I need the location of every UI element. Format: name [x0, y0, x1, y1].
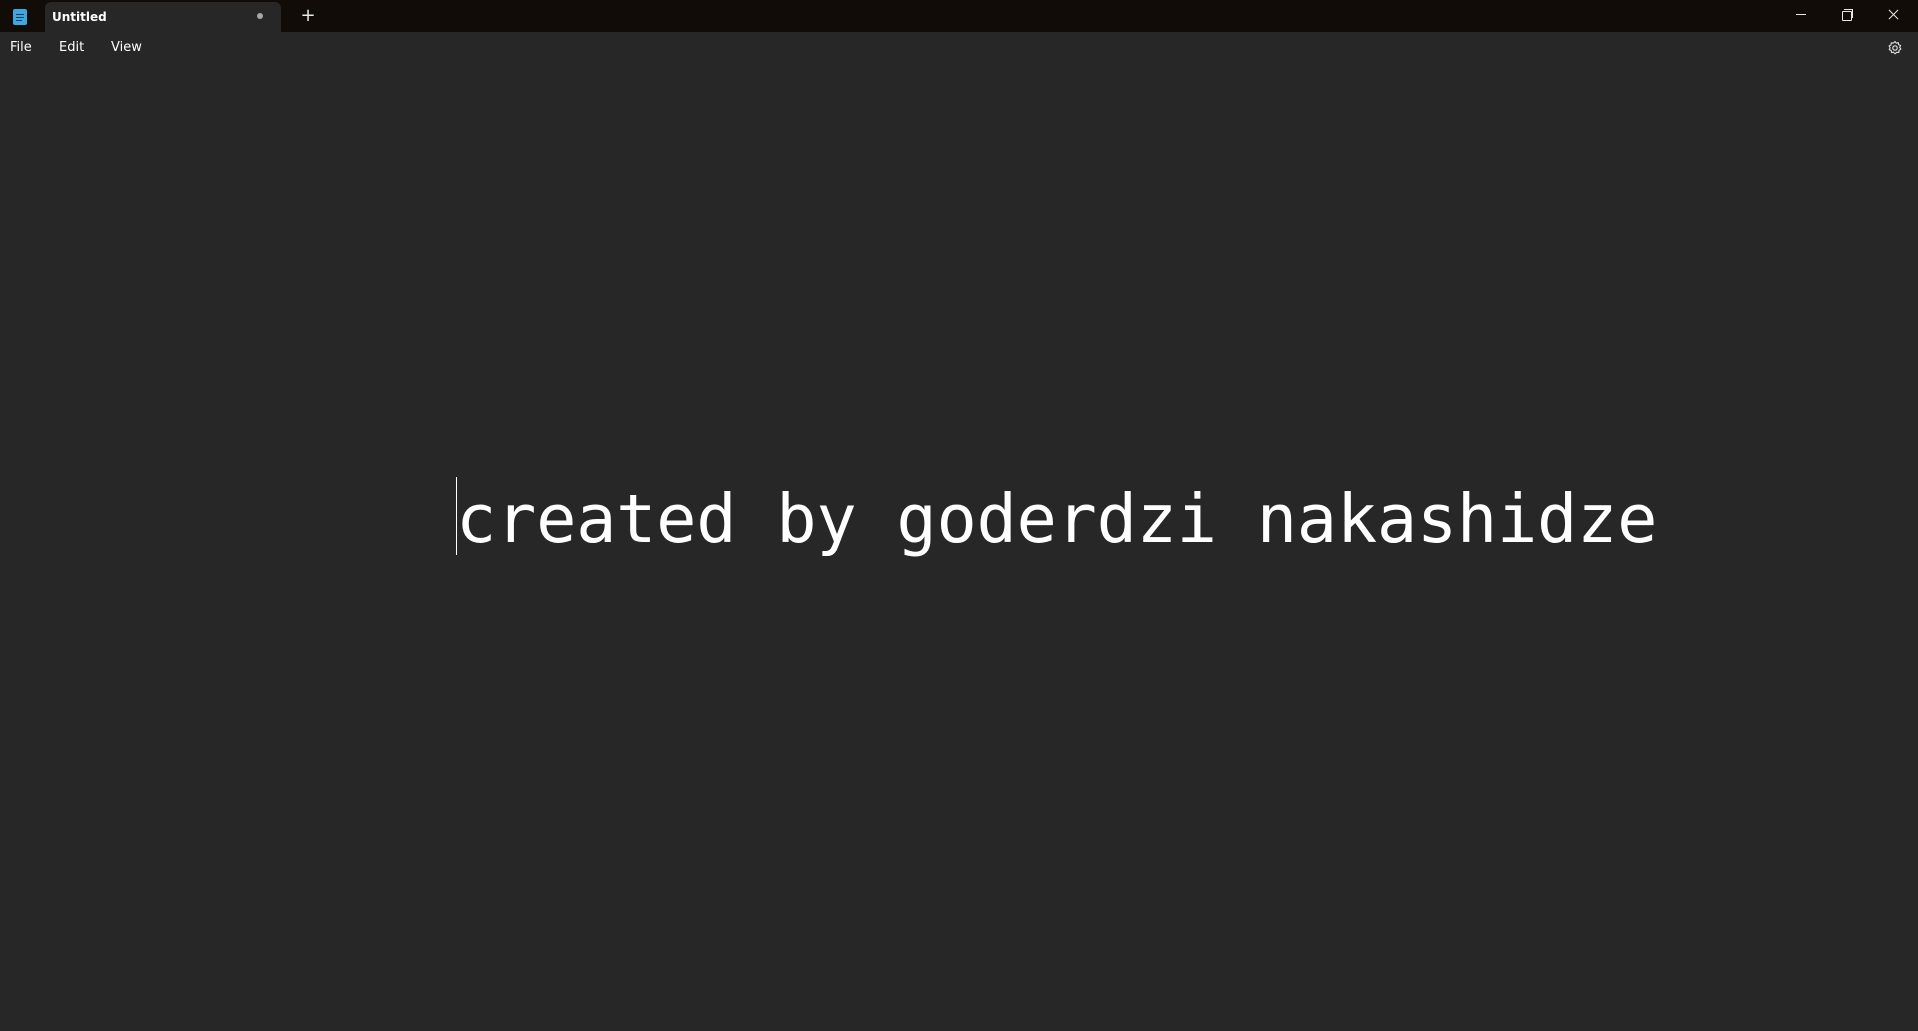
- tab-title: Untitled: [52, 10, 107, 24]
- notepad-icon: [13, 9, 27, 25]
- menu-file[interactable]: File: [8, 40, 34, 55]
- minimize-button[interactable]: [1778, 0, 1824, 30]
- gear-icon[interactable]: [1887, 40, 1903, 56]
- menu-edit[interactable]: Edit: [57, 40, 86, 55]
- restore-button[interactable]: [1824, 0, 1870, 30]
- menu-view[interactable]: View: [109, 40, 144, 55]
- editor-text[interactable]: created by goderdzi nakashidze: [456, 474, 1657, 564]
- menu-bar: File Edit View: [0, 32, 1918, 65]
- title-bar: Untitled +: [0, 0, 1918, 32]
- unsaved-indicator-icon[interactable]: [257, 13, 263, 19]
- tab-untitled[interactable]: Untitled: [45, 2, 281, 32]
- new-tab-button[interactable]: +: [296, 4, 320, 28]
- close-button[interactable]: [1870, 0, 1916, 30]
